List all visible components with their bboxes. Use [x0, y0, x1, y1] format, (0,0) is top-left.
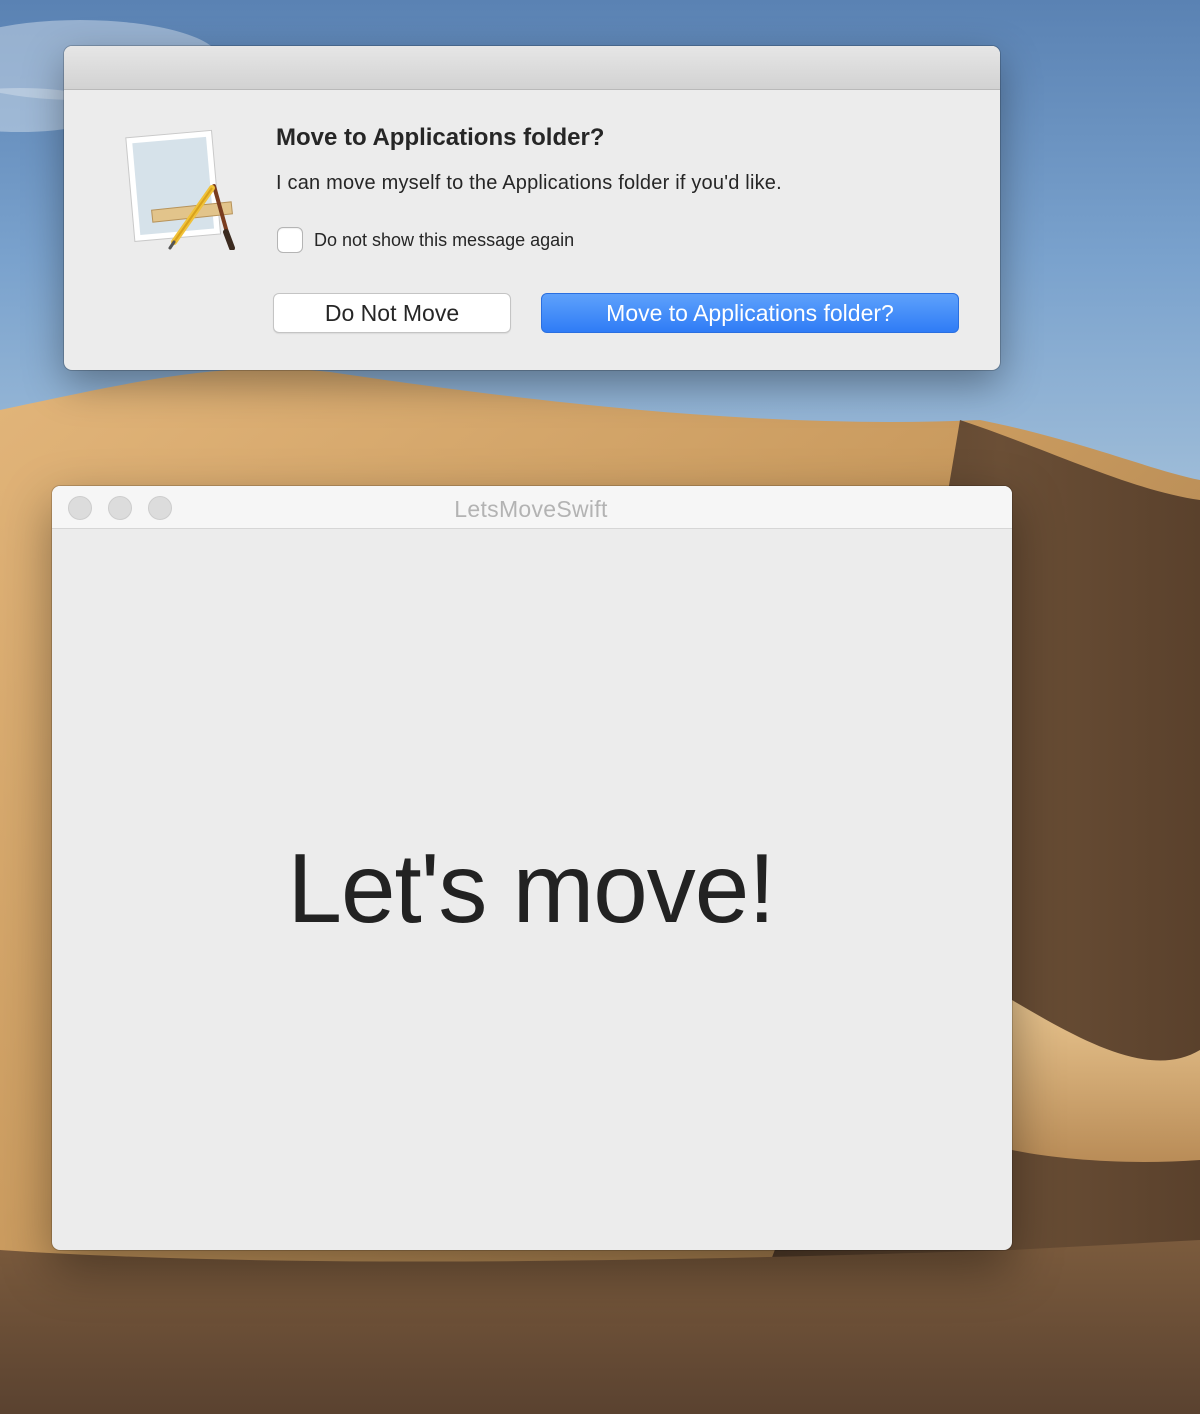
suppress-message-checkbox[interactable]: [277, 227, 303, 253]
move-to-applications-button[interactable]: Move to Applications folder?: [541, 293, 959, 333]
window-titlebar[interactable]: LetsMoveSwift: [52, 486, 1012, 529]
app-icon: [125, 129, 235, 250]
desktop: Move to Applications folder? I can move …: [0, 0, 1200, 1414]
zoom-button[interactable]: [148, 496, 172, 520]
window-title: LetsMoveSwift: [454, 496, 608, 522]
alert-title-bar: [64, 46, 1000, 90]
alert-title: Move to Applications folder?: [276, 124, 605, 151]
alert-message: I can move myself to the Applications fo…: [276, 172, 782, 194]
move-to-applications-alert: Move to Applications folder? I can move …: [64, 46, 1000, 370]
app-window: LetsMoveSwift Let's move!: [52, 486, 1012, 1250]
suppress-message-checkbox-row[interactable]: Do not show this message again: [277, 226, 574, 254]
content-label: Let's move!: [287, 833, 775, 943]
do-not-move-button[interactable]: Do Not Move: [273, 293, 511, 333]
minimize-button[interactable]: [108, 496, 132, 520]
close-button[interactable]: [68, 496, 92, 520]
suppress-message-label[interactable]: Do not show this message again: [314, 230, 574, 251]
